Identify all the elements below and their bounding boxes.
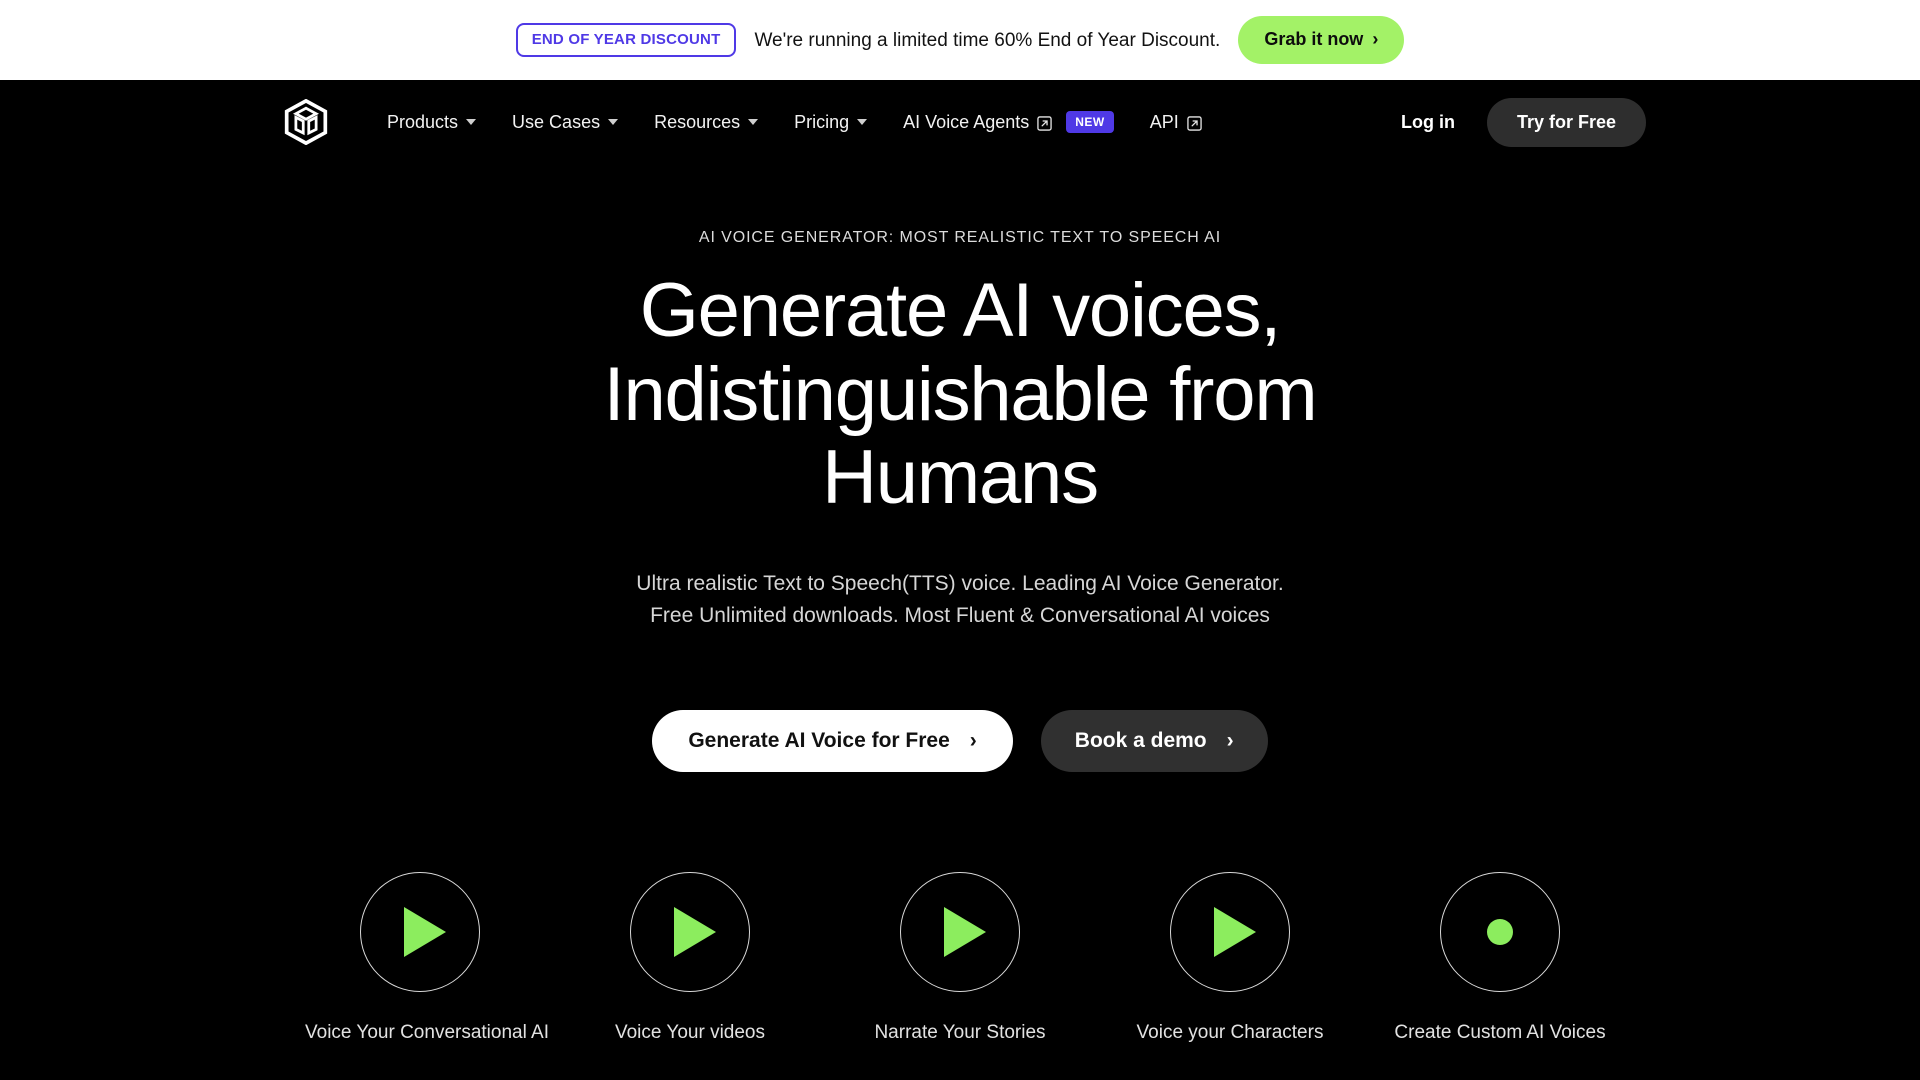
hero-subheading-line-1: Ultra realistic Text to Speech(TTS) voic… xyxy=(636,571,1284,595)
nav-item-label: Products xyxy=(387,111,459,132)
feature-label: Voice Your videos xyxy=(614,1021,765,1043)
hero-cta-row: Generate AI Voice for Free › Book a demo… xyxy=(0,709,1920,772)
feature-label: Narrate Your Stories xyxy=(874,1021,1046,1043)
external-link-icon xyxy=(1187,115,1202,131)
feature-voice-your-videos[interactable]: Voice Your videos xyxy=(575,871,805,1044)
chevron-right-icon: › xyxy=(1226,728,1234,752)
play-icon xyxy=(944,906,986,957)
nav-item-label: AI Voice Agents xyxy=(903,111,1030,132)
nav-links: Products Use Cases Resources Pricing AI … xyxy=(369,101,1387,143)
nav-item-label: Use Cases xyxy=(512,111,601,132)
play-button-circle[interactable] xyxy=(1170,871,1290,992)
chevron-down-icon xyxy=(608,119,619,125)
chevron-down-icon xyxy=(748,119,759,125)
hero-section: AI VOICE GENERATOR: MOST REALISTIC TEXT … xyxy=(0,164,1920,1044)
hero-subheading: Ultra realistic Text to Speech(TTS) voic… xyxy=(0,568,1920,632)
promo-banner: END OF YEAR DISCOUNT We're running a lim… xyxy=(0,0,1920,80)
nav-item-resources[interactable]: Resources xyxy=(636,102,776,143)
nav-item-products[interactable]: Products xyxy=(369,102,494,143)
play-icon xyxy=(1214,906,1256,957)
grab-it-now-button[interactable]: Grab it now › xyxy=(1238,16,1405,64)
nav-right-actions: Log in Try for Free xyxy=(1387,97,1646,147)
chevron-down-icon xyxy=(466,119,477,125)
play-icon xyxy=(674,906,716,957)
hero-eyebrow: AI VOICE GENERATOR: MOST REALISTIC TEXT … xyxy=(698,229,1222,246)
record-button-circle[interactable] xyxy=(1440,871,1560,992)
new-badge: NEW xyxy=(1066,111,1114,133)
generate-ai-voice-button[interactable]: Generate AI Voice for Free › xyxy=(652,709,1013,772)
play-cube-logo[interactable] xyxy=(283,98,329,146)
book-a-demo-label: Book a demo xyxy=(1074,728,1207,752)
feature-label: Voice Your Conversational AI xyxy=(305,1021,550,1043)
promo-message: We're running a limited time 60% End of … xyxy=(754,29,1221,51)
nav-item-label: Pricing xyxy=(794,111,850,132)
feature-voice-your-characters[interactable]: Voice your Characters xyxy=(1115,871,1345,1044)
play-button-circle[interactable] xyxy=(630,871,750,992)
generate-ai-voice-label: Generate AI Voice for Free xyxy=(688,728,950,752)
nav-item-api[interactable]: API xyxy=(1132,102,1220,143)
login-link[interactable]: Log in xyxy=(1387,102,1469,143)
page-title: Generate AI voices, Indistinguishable fr… xyxy=(603,268,1318,521)
try-for-free-button[interactable]: Try for Free xyxy=(1486,97,1646,147)
chevron-right-icon: › xyxy=(1372,29,1379,49)
play-icon xyxy=(404,906,446,957)
feature-circles-row: Voice Your Conversational AI Voice Your … xyxy=(0,871,1920,1044)
chevron-down-icon xyxy=(857,119,868,125)
grab-it-now-label: Grab it now xyxy=(1264,29,1364,49)
feature-label: Voice your Characters xyxy=(1136,1021,1324,1043)
nav-item-ai-voice-agents[interactable]: AI Voice Agents NEW xyxy=(885,101,1132,143)
feature-voice-conversational-ai[interactable]: Voice Your Conversational AI xyxy=(305,871,550,1044)
feature-label: Create Custom AI Voices xyxy=(1394,1021,1606,1043)
play-button-circle[interactable] xyxy=(900,871,1020,992)
book-a-demo-button[interactable]: Book a demo › xyxy=(1040,709,1268,772)
main-navbar: Products Use Cases Resources Pricing AI … xyxy=(0,80,1920,164)
feature-create-custom-ai-voices[interactable]: Create Custom AI Voices xyxy=(1385,871,1615,1044)
nav-item-pricing[interactable]: Pricing xyxy=(776,102,885,143)
chevron-right-icon: › xyxy=(969,728,977,752)
promo-tag-badge: END OF YEAR DISCOUNT xyxy=(515,23,737,57)
external-link-icon xyxy=(1037,115,1052,131)
record-dot-icon xyxy=(1487,918,1513,945)
nav-item-label: API xyxy=(1149,111,1179,132)
nav-item-label: Resources xyxy=(654,111,741,132)
play-button-circle[interactable] xyxy=(360,871,480,992)
hero-subheading-line-2: Free Unlimited downloads. Most Fluent & … xyxy=(650,603,1270,627)
nav-item-use-cases[interactable]: Use Cases xyxy=(494,102,636,143)
feature-narrate-your-stories[interactable]: Narrate Your Stories xyxy=(845,871,1075,1044)
